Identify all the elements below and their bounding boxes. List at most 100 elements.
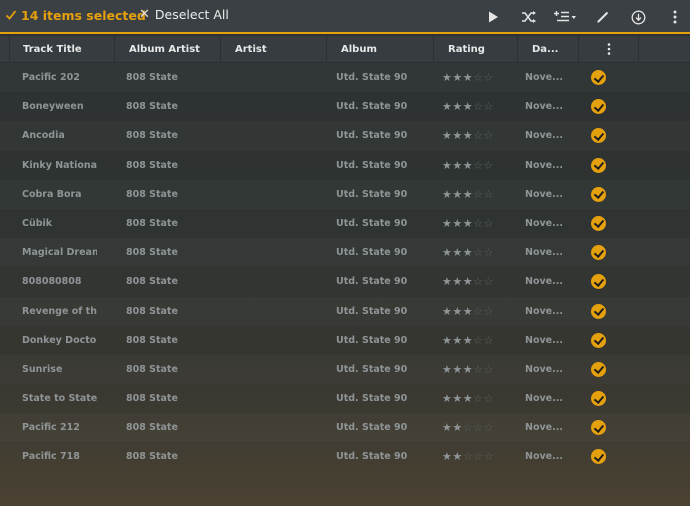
table-row[interactable]: Revenge of th...808 StateUtd. State 90★★… [0, 297, 690, 326]
star-icon[interactable]: ★ [442, 217, 452, 230]
rating-stars[interactable]: ★★★☆☆ [442, 180, 512, 209]
star-icon[interactable]: ★ [442, 129, 452, 142]
rating-stars[interactable]: ★★☆☆☆ [442, 413, 512, 442]
shuffle-button[interactable] [518, 6, 540, 28]
column-header-rating[interactable]: Rating [434, 36, 518, 63]
row-select-checkbox[interactable] [591, 157, 607, 174]
star-icon[interactable]: ☆ [484, 363, 494, 376]
column-header-title[interactable]: Track Title [9, 36, 115, 63]
column-header-artist[interactable]: Artist [221, 36, 327, 63]
star-icon[interactable]: ★ [463, 275, 473, 288]
row-select-checkbox[interactable] [591, 303, 607, 320]
star-icon[interactable]: ☆ [473, 188, 483, 201]
star-icon[interactable]: ★ [463, 334, 473, 347]
row-select-checkbox[interactable] [591, 420, 607, 436]
star-icon[interactable]: ★ [463, 159, 473, 172]
star-icon[interactable]: ☆ [473, 275, 483, 288]
star-icon[interactable]: ★ [442, 246, 452, 259]
star-icon[interactable]: ★ [452, 392, 462, 405]
star-icon[interactable]: ★ [463, 129, 473, 142]
star-icon[interactable]: ☆ [484, 305, 494, 318]
star-icon[interactable]: ★ [442, 450, 452, 463]
star-icon[interactable]: ★ [452, 246, 462, 259]
star-icon[interactable]: ★ [452, 129, 462, 142]
star-icon[interactable]: ☆ [473, 305, 483, 318]
row-select-checkbox[interactable] [591, 361, 607, 378]
row-select-checkbox[interactable] [591, 332, 607, 349]
row-select-checkbox[interactable] [591, 274, 607, 290]
table-row[interactable]: Sunrise 808 State Utd. State 90 ★★★☆☆ Nove..… [0, 355, 690, 384]
rating-stars[interactable]: ★★★☆☆ [442, 355, 512, 384]
star-icon[interactable]: ☆ [484, 275, 494, 288]
star-icon[interactable]: ★ [463, 188, 473, 201]
star-icon[interactable]: ★ [452, 217, 462, 230]
column-header-album[interactable]: Album [327, 36, 434, 63]
column-header-date[interactable]: Da... [518, 36, 579, 63]
rating-stars[interactable]: ★★★☆☆ [442, 384, 512, 413]
play-button[interactable] [482, 6, 504, 28]
table-row[interactable]: State to State 808 State Utd. State 90 ★★★☆… [0, 384, 690, 413]
deselect-all-button[interactable]: ✕ Deselect All [139, 7, 229, 22]
table-row[interactable]: Cobra Bora 808 State Utd. State 90 ★★★☆☆ Nov… [0, 180, 690, 209]
star-icon[interactable]: ★ [442, 421, 452, 434]
rating-stars[interactable]: ★★★☆☆ [442, 121, 512, 150]
star-icon[interactable]: ☆ [484, 246, 494, 259]
star-icon[interactable]: ★ [442, 334, 452, 347]
star-icon[interactable]: ★ [442, 275, 452, 288]
star-icon[interactable]: ★ [442, 71, 452, 84]
table-row[interactable]: 808080808 808 State Utd. State 90 ★★★☆☆ Nove… [0, 267, 690, 296]
star-icon[interactable]: ☆ [473, 159, 483, 172]
table-row[interactable]: Cübik 808 State Utd. State 90 ★★★☆☆ Nove... [0, 209, 690, 238]
star-icon[interactable]: ☆ [473, 129, 483, 142]
star-icon[interactable]: ☆ [473, 334, 483, 347]
row-select-checkbox[interactable] [591, 391, 607, 407]
star-icon[interactable]: ★ [442, 188, 452, 201]
rating-stars[interactable]: ★★★☆☆ [442, 151, 512, 180]
star-icon[interactable]: ★ [442, 159, 452, 172]
star-icon[interactable]: ★ [452, 159, 462, 172]
row-select-checkbox[interactable] [591, 70, 607, 86]
star-icon[interactable]: ☆ [473, 363, 483, 376]
star-icon[interactable]: ☆ [484, 71, 494, 84]
table-row[interactable]: Donkey Doctor 808 State Utd. State 90 ★★★☆☆… [0, 326, 690, 355]
table-row[interactable]: Pacific 202 808 State Utd. State 90 ★★★☆☆ No… [0, 63, 690, 92]
add-to-queue-button[interactable] [551, 6, 579, 28]
star-icon[interactable]: ☆ [484, 334, 494, 347]
star-icon[interactable]: ★ [463, 305, 473, 318]
table-row[interactable]: Kinky National 808 State Utd. State 90 ★★★☆… [0, 151, 690, 180]
star-icon[interactable]: ☆ [484, 188, 494, 201]
star-icon[interactable]: ☆ [473, 71, 483, 84]
rating-stars[interactable]: ★★★☆☆ [442, 238, 512, 267]
rating-stars[interactable]: ★★★☆☆ [442, 297, 512, 326]
star-icon[interactable]: ★ [452, 363, 462, 376]
star-icon[interactable]: ★ [463, 392, 473, 405]
table-row[interactable]: Magical Dream 808 State Utd. State 90 ★★★☆☆… [0, 238, 690, 267]
row-select-checkbox[interactable] [591, 245, 607, 261]
table-row[interactable]: Ancodia 808 State Utd. State 90 ★★★☆☆ Nove..… [0, 121, 690, 150]
star-icon[interactable]: ☆ [484, 100, 494, 113]
row-select-checkbox[interactable] [591, 128, 607, 144]
row-select-checkbox[interactable] [591, 99, 607, 115]
edit-button[interactable] [592, 6, 614, 28]
star-icon[interactable]: ★ [463, 246, 473, 259]
download-button[interactable] [627, 6, 649, 28]
row-select-checkbox[interactable] [591, 449, 607, 465]
row-select-checkbox[interactable] [591, 186, 607, 203]
star-icon[interactable]: ★ [463, 217, 473, 230]
star-icon[interactable]: ★ [452, 275, 462, 288]
star-icon[interactable]: ★ [463, 363, 473, 376]
star-icon[interactable]: ★ [452, 305, 462, 318]
rating-stars[interactable]: ★★☆☆☆ [442, 442, 512, 471]
star-icon[interactable]: ★ [442, 392, 452, 405]
rating-stars[interactable]: ★★★☆☆ [442, 326, 512, 355]
rating-stars[interactable]: ★★★☆☆ [442, 209, 512, 238]
star-icon[interactable]: ☆ [484, 421, 494, 434]
star-icon[interactable]: ★ [442, 305, 452, 318]
row-select-checkbox[interactable] [591, 215, 607, 232]
star-icon[interactable]: ☆ [484, 217, 494, 230]
star-icon[interactable]: ★ [463, 100, 473, 113]
table-row[interactable]: Boneyween 808 State Utd. State 90 ★★★☆☆ Nove… [0, 92, 690, 121]
star-icon[interactable]: ★ [442, 363, 452, 376]
star-icon[interactable]: ☆ [473, 100, 483, 113]
star-icon[interactable]: ★ [452, 450, 462, 463]
